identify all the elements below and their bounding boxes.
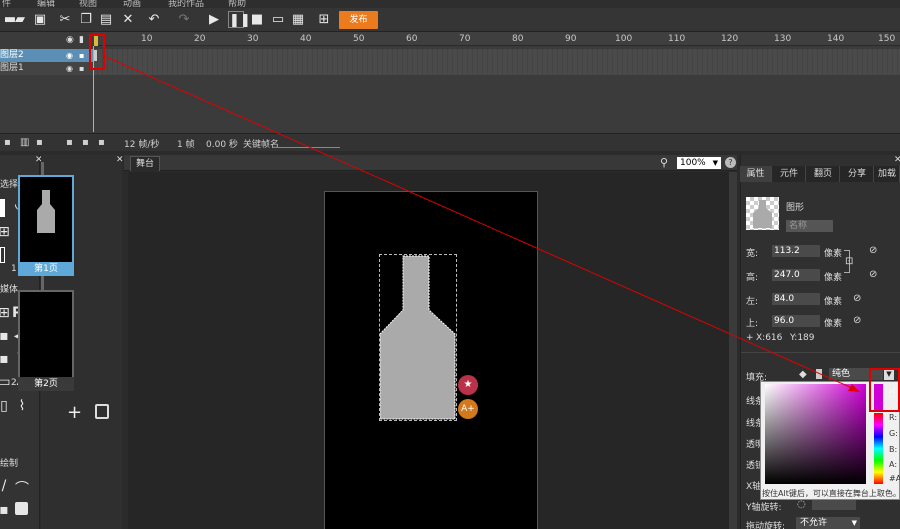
annotation-arrow xyxy=(103,55,860,392)
cursor-hand-icon: ☝ xyxy=(888,386,896,401)
